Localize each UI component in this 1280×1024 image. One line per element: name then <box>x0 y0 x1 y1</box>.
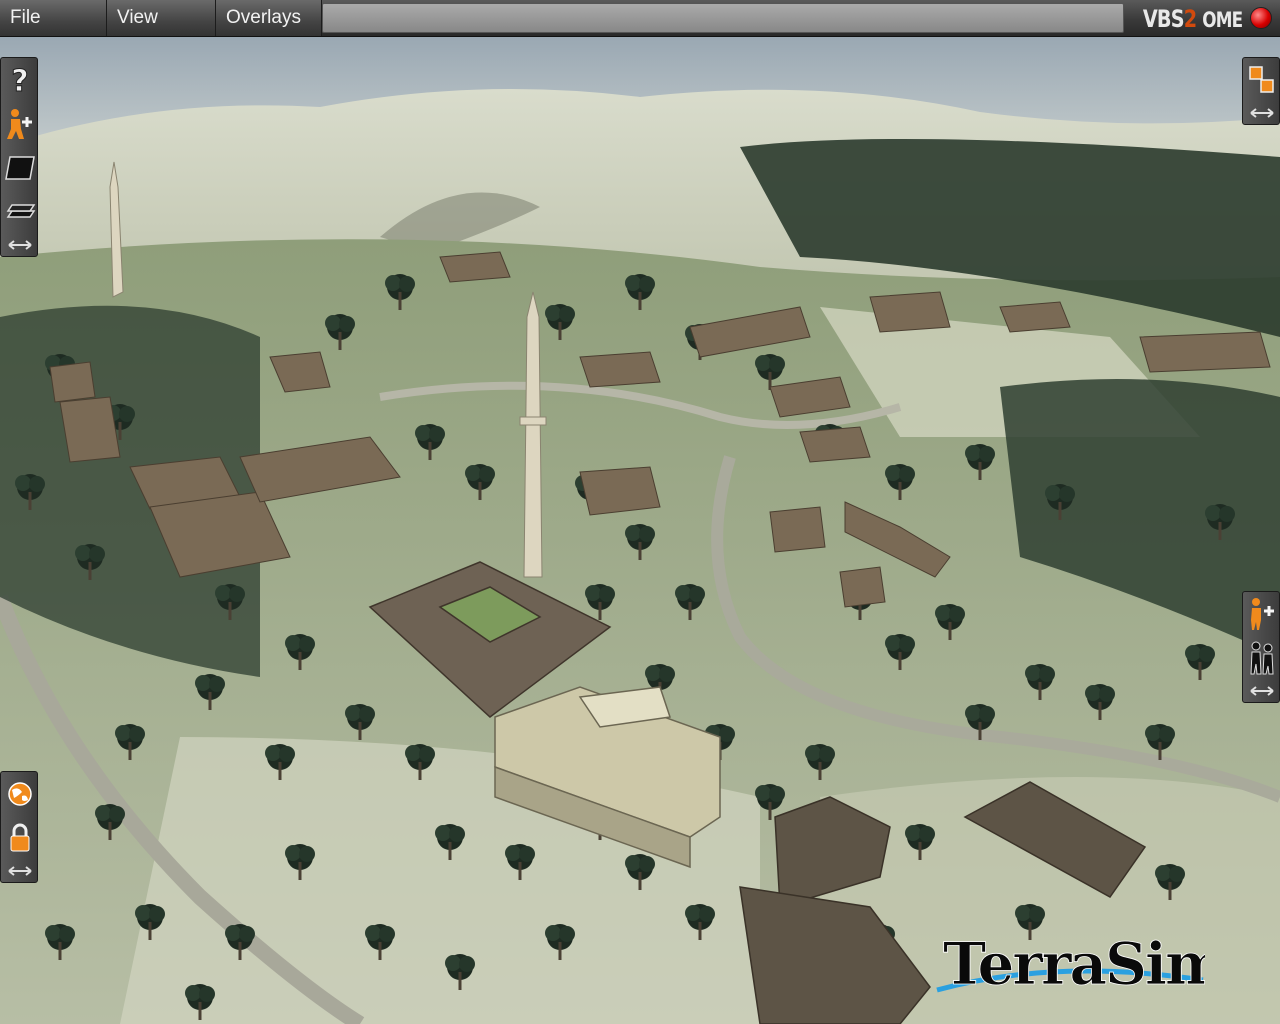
add-unit-button[interactable] <box>1 102 39 146</box>
add-unit-icon <box>1251 598 1274 630</box>
lock-button[interactable] <box>1 816 39 860</box>
help-button[interactable]: ? <box>1 58 39 102</box>
resize-arrows-icon <box>8 866 32 876</box>
group-people-icon <box>1250 641 1274 675</box>
logo-text: TerraSim <box>943 930 1205 998</box>
windows-icon <box>1249 66 1274 93</box>
globe-button[interactable] <box>1 772 39 816</box>
layer-button[interactable] <box>1 146 39 190</box>
menubar-empty-area <box>322 3 1124 33</box>
globe-icon <box>8 782 32 806</box>
resize-handle[interactable] <box>1 860 39 882</box>
layers-stack-button[interactable] <box>1 190 39 234</box>
windows-button[interactable] <box>1243 58 1280 102</box>
left-toolbar-bottom <box>0 771 38 883</box>
resize-handle[interactable] <box>1243 102 1280 124</box>
left-toolbar: ? <box>0 57 38 257</box>
resize-arrows-icon <box>1250 686 1274 696</box>
layer-icon <box>5 156 35 180</box>
terrasim-logo: TerraSim <box>935 928 1228 998</box>
group-button[interactable] <box>1243 636 1280 680</box>
lock-icon <box>10 823 30 852</box>
right-toolbar-mid <box>1242 591 1280 703</box>
resize-handle[interactable] <box>1 234 39 256</box>
resize-handle[interactable] <box>1243 680 1280 702</box>
right-toolbar-top <box>1242 57 1280 125</box>
add-unit-icon <box>7 109 32 139</box>
record-indicator-icon[interactable] <box>1250 7 1272 29</box>
menu-view[interactable]: View <box>107 0 216 36</box>
menubar: File View Overlays VBS2 OME <box>0 0 1280 37</box>
menu-file[interactable]: File <box>0 0 107 36</box>
layers-stack-icon <box>6 204 36 218</box>
resize-arrows-icon <box>8 240 32 250</box>
terrasim-logo-graphic: TerraSim <box>936 930 1228 998</box>
resize-arrows-icon <box>1250 108 1274 118</box>
app-brand: VBS2 OME <box>1142 5 1243 33</box>
3d-viewport[interactable] <box>0 37 1280 1024</box>
terrain-scene <box>0 37 1280 1024</box>
add-unit-button[interactable] <box>1243 592 1280 636</box>
svg-text:?: ? <box>11 64 28 97</box>
help-icon: ? <box>11 64 29 98</box>
menu-overlays[interactable]: Overlays <box>216 0 322 36</box>
